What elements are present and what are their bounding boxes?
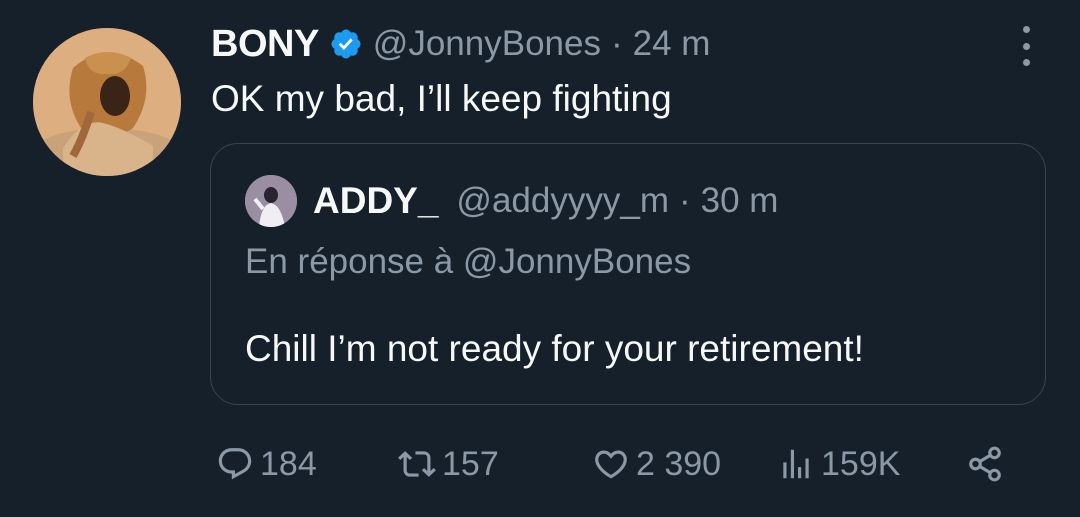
quoted-author-name[interactable]: ADDY_ bbox=[313, 180, 438, 222]
reply-icon bbox=[218, 448, 252, 480]
more-dot bbox=[1022, 26, 1030, 33]
lion-costume-avatar-image bbox=[33, 28, 181, 176]
quoted-tweet[interactable]: ADDY_ @addyyyy_m · 30 m En réponse à @Jo… bbox=[210, 143, 1046, 405]
quoted-author-handle[interactable]: @addyyyy_m bbox=[456, 181, 669, 221]
dot-separator: · bbox=[678, 181, 691, 220]
verified-badge-icon[interactable] bbox=[329, 27, 363, 61]
dot-separator: · bbox=[610, 24, 623, 63]
quoted-avatar-image bbox=[245, 175, 297, 227]
retweet-icon bbox=[398, 451, 436, 477]
like-button[interactable]: 2 390 bbox=[592, 440, 721, 488]
tweet-actions: 184 157 2 390 159K bbox=[0, 440, 1080, 488]
reply-button[interactable]: 184 bbox=[216, 440, 317, 488]
more-vertical-icon[interactable] bbox=[1014, 26, 1038, 66]
retweet-button[interactable]: 157 bbox=[398, 440, 499, 488]
more-dot bbox=[1022, 42, 1030, 50]
quoted-tweet-text: Chill I’m not ready for your retirement! bbox=[245, 328, 864, 369]
author-avatar[interactable] bbox=[33, 28, 181, 176]
reply-count: 184 bbox=[260, 444, 317, 483]
quoted-tweet-timestamp[interactable]: 30 m bbox=[701, 181, 779, 221]
share-button[interactable] bbox=[966, 440, 1010, 488]
author-handle[interactable]: @JonnyBones bbox=[373, 24, 601, 64]
reply-to-label: En réponse à @JonnyBones bbox=[245, 242, 692, 281]
author-name[interactable]: BONY bbox=[211, 23, 319, 66]
views-count: 159K bbox=[821, 444, 901, 483]
share-icon bbox=[969, 446, 1001, 482]
retweet-count: 157 bbox=[442, 444, 499, 483]
analytics-bars-icon bbox=[783, 449, 809, 479]
tweet[interactable]: BONY @JonnyBones · 24 m OK my bad, I’ll … bbox=[0, 0, 1080, 517]
more-dot bbox=[1022, 59, 1030, 66]
quoted-tweet-header: ADDY_ @addyyyy_m · 30 m bbox=[245, 175, 779, 227]
tweet-text: OK my bad, I’ll keep fighting bbox=[211, 78, 672, 119]
tweet-timestamp[interactable]: 24 m bbox=[633, 24, 711, 64]
views-button[interactable]: 159K bbox=[777, 440, 900, 488]
tweet-header: BONY @JonnyBones · 24 m bbox=[211, 20, 710, 68]
heart-icon bbox=[595, 450, 627, 479]
quoted-author-avatar[interactable] bbox=[245, 175, 297, 227]
like-count: 2 390 bbox=[636, 444, 722, 483]
